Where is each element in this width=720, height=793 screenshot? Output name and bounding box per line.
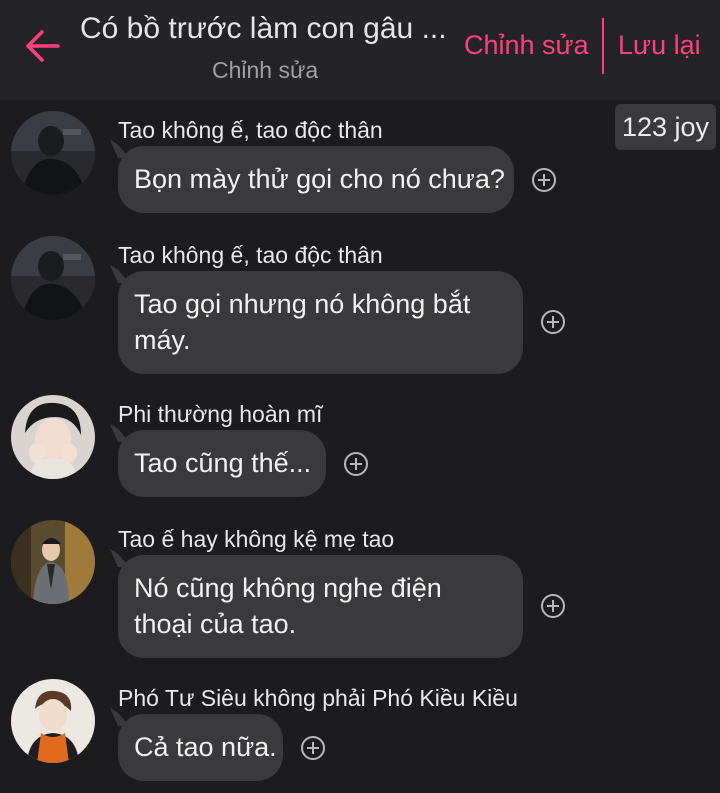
message-bubble[interactable]: Tao gọi nhưng nó không bắt máy. <box>110 265 523 374</box>
bubble-tail <box>110 549 128 567</box>
message-text: Tao cũng thế... <box>134 448 312 478</box>
message-bubble[interactable]: Bọn mày thử gọi cho nó chưa? <box>110 140 514 213</box>
arrow-left-icon <box>26 30 60 62</box>
plus-circle-icon[interactable] <box>300 735 326 761</box>
message-text: Bọn mày thử gọi cho nó chưa? <box>134 164 505 194</box>
message-bubble[interactable]: Nó cũng không nghe điện thoại của tao. <box>110 549 523 658</box>
message-text: Nó cũng không nghe điện thoại của tao. <box>134 573 442 639</box>
avatar[interactable] <box>11 395 95 479</box>
sender-name: Phó Tư Siêu không phải Phó Kiều Kiều <box>118 685 518 711</box>
page-subtitle: Chỉnh sửa <box>212 57 319 83</box>
save-button[interactable]: Lưu lại <box>618 30 701 61</box>
back-button[interactable] <box>22 26 62 66</box>
avatar-image <box>11 111 95 195</box>
top-bar: Có bồ trước làm con gâu ... Chỉnh sửa Ch… <box>0 0 720 100</box>
plus-circle-icon[interactable] <box>540 309 566 335</box>
avatar-image <box>11 679 95 763</box>
avatar-image <box>11 520 95 604</box>
message-bubble[interactable]: Tao cũng thế... <box>110 424 326 497</box>
avatar-image <box>11 236 95 320</box>
joy-counter-badge: 123 joy <box>615 104 716 150</box>
plus-circle-icon[interactable] <box>343 451 369 477</box>
header-divider <box>602 18 604 74</box>
avatar[interactable] <box>11 236 95 320</box>
page-title: Có bồ trước làm con gâu ... <box>80 12 447 45</box>
message-text: Cả tao nữa. <box>134 732 277 762</box>
message-bubble[interactable]: Cả tao nữa. <box>110 708 283 781</box>
avatar[interactable] <box>11 111 95 195</box>
plus-circle-icon[interactable] <box>531 167 557 193</box>
sender-name: Phi thường hoàn mĩ <box>118 401 323 427</box>
avatar[interactable] <box>11 679 95 763</box>
bubble-tail <box>110 265 128 283</box>
edit-button[interactable]: Chỉnh sửa <box>464 30 589 61</box>
sender-name: Tao không ế, tao độc thân <box>118 117 383 143</box>
bubble-tail <box>110 424 128 442</box>
message-text: Tao gọi nhưng nó không bắt máy. <box>134 289 471 355</box>
avatar[interactable] <box>11 520 95 604</box>
bubble-tail <box>110 140 128 158</box>
plus-circle-icon[interactable] <box>540 593 566 619</box>
bubble-tail <box>110 708 128 726</box>
avatar-image <box>11 395 95 479</box>
sender-name: Tao ế hay không kệ mẹ tao <box>118 526 395 552</box>
sender-name: Tao không ế, tao độc thân <box>118 242 383 268</box>
